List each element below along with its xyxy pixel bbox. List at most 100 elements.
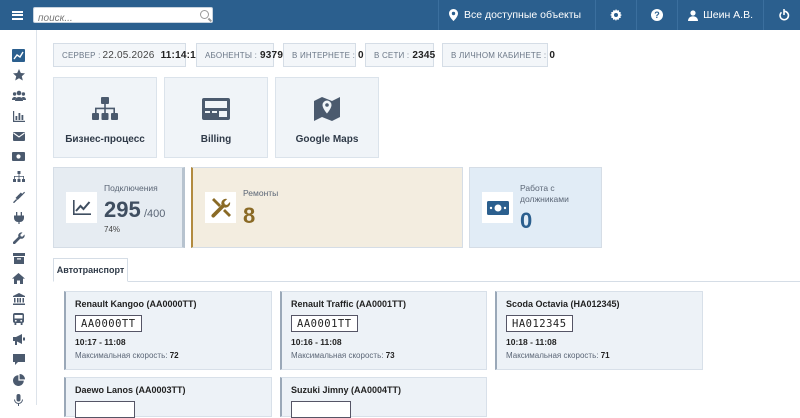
- vehicle-card[interactable]: Daewo Lanos (AA0003TT): [64, 377, 272, 418]
- map-marker-icon: [448, 9, 458, 21]
- vehicle-time: 10:16 - 11:08: [291, 337, 342, 347]
- sidebar-item-users[interactable]: [0, 86, 37, 106]
- sidebar-item-home[interactable]: [0, 268, 37, 288]
- speed-label: Максимальная скорость:: [291, 351, 384, 360]
- star-icon: [12, 69, 25, 81]
- repairs-card[interactable]: Ремонты 8: [191, 167, 463, 248]
- server-label: СЕРВЕР :: [62, 50, 101, 60]
- sidebar-item-transport[interactable]: [0, 309, 37, 329]
- sidebar-item-dashboard[interactable]: [0, 45, 37, 65]
- pie-chart-icon: [12, 373, 25, 386]
- sidebar: [0, 30, 37, 407]
- hierarchy-icon: [92, 97, 118, 120]
- money-icon: [486, 200, 509, 215]
- settings-button[interactable]: [595, 0, 636, 30]
- license-plate: [291, 401, 351, 418]
- sidebar-item-warehouse[interactable]: [0, 248, 37, 268]
- sidebar-item-reports[interactable]: [0, 106, 37, 126]
- sidebar-item-bank[interactable]: [0, 289, 37, 309]
- chart-icon: [12, 110, 25, 122]
- sidebar-item-power[interactable]: [0, 207, 37, 227]
- archive-icon: [12, 252, 25, 264]
- search-icon[interactable]: [200, 10, 209, 19]
- speed-label: Максимальная скорость:: [506, 351, 599, 360]
- speed-label: Максимальная скорость:: [75, 351, 168, 360]
- microphone-icon: [14, 394, 23, 407]
- help-button[interactable]: ?: [636, 0, 677, 30]
- gear-icon: [610, 9, 623, 21]
- internet-label: В ИНТЕРНЕТЕ :: [292, 50, 356, 60]
- connections-title: Подключения: [104, 183, 158, 193]
- sidebar-item-repairs[interactable]: [0, 228, 37, 248]
- vehicle-name: Daewo Lanos (AA0003TT): [75, 385, 186, 395]
- question-icon: ?: [651, 9, 664, 21]
- tile-google-maps[interactable]: Google Maps: [275, 77, 379, 158]
- sidebar-item-statistics[interactable]: [0, 370, 37, 390]
- tile-label: Google Maps: [295, 134, 359, 145]
- subscribers-status: АБОНЕНТЫ : 9379: [196, 43, 283, 67]
- internet-value: 0: [358, 49, 364, 61]
- power-icon: [779, 9, 790, 21]
- sidebar-item-announcements[interactable]: [0, 329, 37, 349]
- speed-value: 72: [169, 351, 179, 360]
- sidebar-item-connections[interactable]: [0, 187, 37, 207]
- user-icon: [688, 9, 699, 21]
- vehicle-card[interactable]: Suzuki Jimny (AA0004TT): [280, 377, 487, 418]
- logout-button[interactable]: [763, 0, 800, 30]
- vehicle-card[interactable]: Scoda Octavia (HA012345) HA012345 10:18 …: [495, 291, 703, 370]
- cabinet-status: В ЛИЧНОМ КАБИНЕТЕ : 0: [442, 43, 555, 67]
- speed-value: 73: [385, 351, 395, 360]
- license-plate: HA012345: [506, 315, 573, 332]
- speed-value: 71: [600, 351, 610, 360]
- vehicle-time: 10:18 - 11:08: [506, 337, 557, 347]
- sidebar-item-messages[interactable]: [0, 349, 37, 369]
- billing-icon: [202, 98, 230, 120]
- user-menu[interactable]: Шеин А.В.: [677, 0, 763, 30]
- license-plate: AA0000TT: [75, 315, 142, 332]
- debtors-card[interactable]: Работа с должниками 0: [469, 167, 602, 248]
- debtors-value: 0: [520, 208, 533, 233]
- tile-business-process[interactable]: Бизнес-процесс: [53, 77, 157, 158]
- top-bar: Все доступные объекты ? Шеин А.В.: [0, 0, 800, 30]
- objects-selector[interactable]: Все доступные объекты: [437, 0, 595, 30]
- tab-transport[interactable]: Автотранспорт: [53, 258, 128, 282]
- sidebar-item-payments[interactable]: [0, 146, 37, 166]
- server-time-status: СЕРВЕР : 22.05.2026 11:14:12: [53, 43, 201, 67]
- subscribers-label: АБОНЕНТЫ :: [205, 50, 258, 60]
- debtors-title: Работа с должниками: [520, 183, 569, 204]
- chat-icon: [12, 354, 25, 366]
- sidebar-item-mail[interactable]: [0, 126, 37, 146]
- trend-icon: [72, 200, 91, 215]
- network-status: В СЕТИ : 2345: [365, 43, 435, 67]
- sidebar-item-voice[interactable]: [0, 390, 37, 410]
- vehicle-name: Renault Traffic (AA0001TT): [291, 299, 407, 309]
- trend-icon-box: [66, 192, 97, 223]
- money-icon-box: [482, 192, 513, 223]
- repairs-value: 8: [243, 203, 256, 228]
- sidebar-item-structure[interactable]: [0, 167, 37, 187]
- vehicle-card[interactable]: Renault Traffic (AA0001TT) AA0001TT 10:1…: [280, 291, 487, 370]
- user-name: Шеин А.В.: [703, 9, 753, 21]
- search-box[interactable]: [33, 7, 213, 26]
- objects-label: Все доступные объекты: [463, 9, 582, 21]
- bus-icon: [13, 313, 24, 325]
- cabinet-label: В ЛИЧНОМ КАБИНЕТЕ :: [451, 50, 547, 60]
- tools-icon-box: [205, 192, 236, 223]
- tabs-divider: [53, 281, 800, 282]
- network-label: В СЕТИ :: [374, 50, 410, 60]
- cash-icon: [12, 152, 25, 162]
- vehicle-speed: Максимальная скорость: 73: [291, 351, 395, 360]
- tile-label: Бизнес-процесс: [65, 134, 145, 145]
- search-input[interactable]: [34, 11, 194, 26]
- connections-card[interactable]: Подключения 295 /400 74%: [53, 167, 185, 248]
- menu-button[interactable]: [4, 3, 30, 27]
- vehicle-speed: Максимальная скорость: 71: [506, 351, 610, 360]
- svg-text:?: ?: [654, 10, 660, 20]
- vehicle-speed: Максимальная скорость: 72: [75, 351, 179, 360]
- dashboard-icon: [12, 48, 25, 62]
- vehicle-card[interactable]: Renault Kangoo (AA0000TT) AA0000TT 10:17…: [64, 291, 272, 370]
- hamburger-icon: [11, 10, 23, 20]
- tile-billing[interactable]: Billing: [164, 77, 268, 158]
- sitemap-icon: [12, 171, 25, 183]
- sidebar-item-favorites[interactable]: [0, 65, 37, 85]
